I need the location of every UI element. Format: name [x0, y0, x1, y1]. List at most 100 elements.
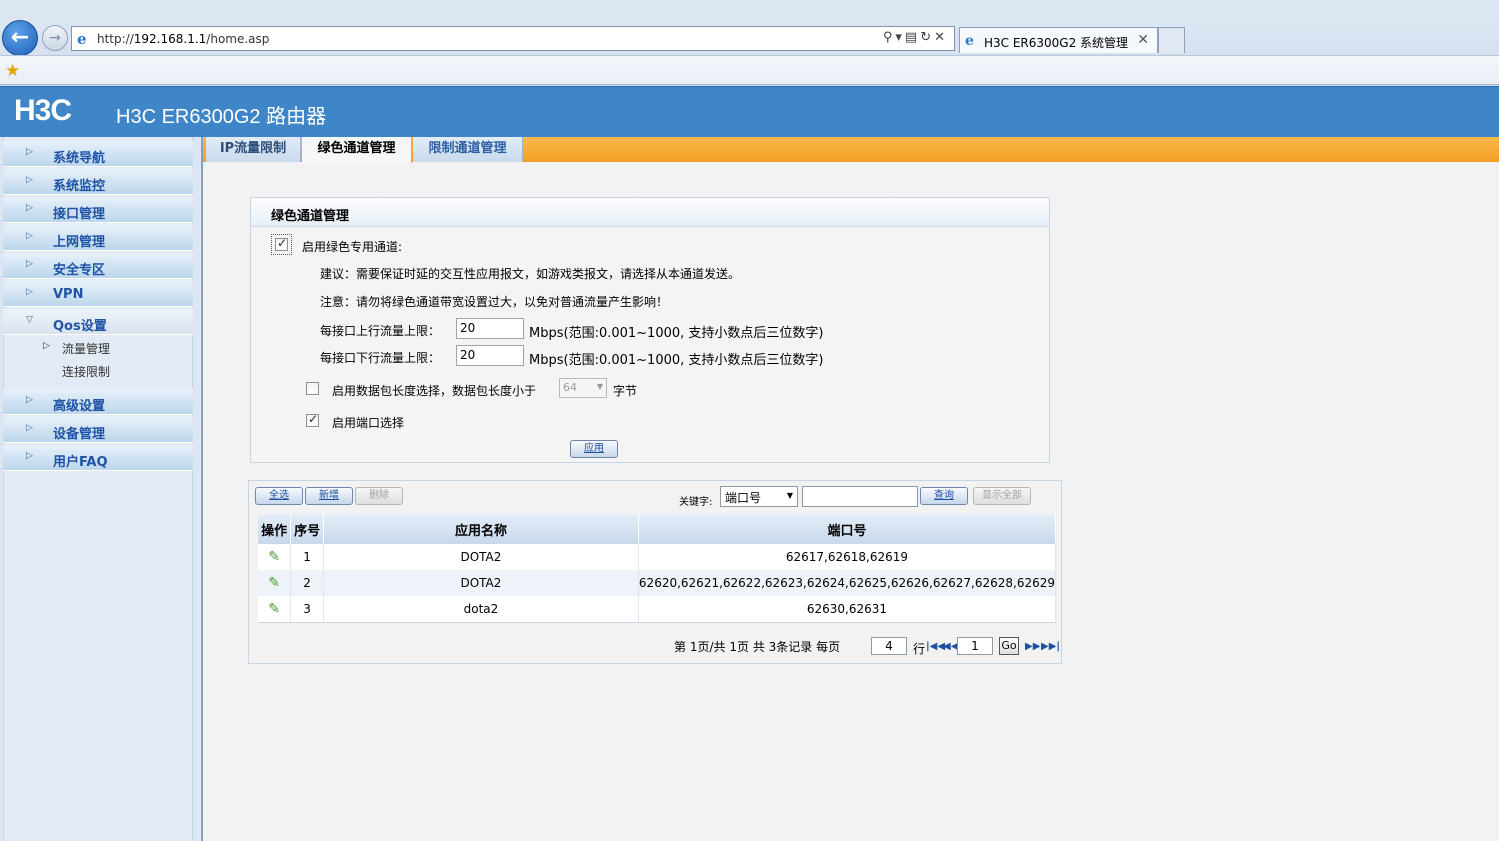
sidebar: ▷ 系统导航 ▷ 系统监控 ▷ 接口管理 ▷ 上网管理 ▷ 安全专区 ▷ VPN… [0, 137, 202, 841]
panel-header: 绿色通道管理 [251, 198, 1049, 227]
row-ports: 62620,62621,62622,62623,62624,62625,6262… [638, 570, 1057, 596]
pager-total: 1 [729, 640, 737, 654]
browser-tab[interactable]: e H3C ER6300G2 系统管理 ✕ [959, 27, 1158, 53]
table-row: ✎ 2 DOTA2 62620,62621,62622,62623,62624,… [258, 570, 1057, 596]
sidebar-item-system-nav[interactable]: ▷ 系统导航 [3, 141, 193, 167]
sidebar-item-security[interactable]: ▷ 安全专区 [3, 253, 193, 279]
sidebar-item-device[interactable]: ▷ 设备管理 [3, 417, 193, 443]
add-button[interactable]: 新增 [305, 487, 353, 505]
row-app-name: DOTA2 [323, 544, 639, 570]
address-bar[interactable]: e http://192.168.1.1/home.asp ⚲▾▤↻✕ [71, 26, 955, 51]
sidebar-item-vpn[interactable]: ▷ VPN [3, 281, 193, 307]
sidebar-item-label: 接口管理 [53, 207, 106, 222]
sidebar-item-interface[interactable]: ▷ 接口管理 [3, 197, 193, 223]
back-button[interactable]: ← [2, 20, 38, 56]
tab-ip-traffic-limit[interactable]: IP流量限制 [206, 137, 301, 162]
upload-unit-hint: Mbps(范围:0.001~1000, 支持小数点后三位数字) [529, 326, 824, 341]
rule-list-panel: 全选 新增 删除 关键字: 端口号 ▼ 查询 显示全部 操作 序号 应用名称 端… [248, 480, 1062, 664]
sidebar-subitem-connection-limit[interactable]: 连接限制 [3, 361, 193, 381]
col-header-app: 应用名称 [323, 514, 639, 544]
h3c-logo: H3C [14, 94, 72, 127]
row-app-name: dota2 [323, 596, 639, 623]
enable-green-checkbox[interactable] [275, 236, 288, 251]
collapse-arrow-icon: ▽ [26, 315, 33, 325]
col-header-action: 操作 [258, 514, 292, 544]
expand-arrow-icon: ▷ [26, 287, 33, 297]
refresh-icon[interactable]: ↻ [920, 30, 934, 45]
new-tab-button[interactable] [1158, 27, 1185, 53]
last-page-icon[interactable]: ▶▶| [1041, 641, 1060, 652]
table-row: ✎ 3 dota2 62630,62631 [258, 596, 1057, 623]
sidebar-subitem-traffic[interactable]: ▷ 流量管理 [3, 338, 193, 358]
go-button[interactable]: Go [999, 637, 1019, 655]
show-all-button[interactable]: 显示全部 [973, 487, 1031, 505]
packet-length-checkbox[interactable] [306, 382, 319, 395]
favorites-star-icon[interactable]: ★ [5, 61, 20, 81]
sidebar-item-faq[interactable]: ▷ 用户FAQ [3, 445, 193, 471]
sidebar-item-label: VPN [53, 287, 84, 302]
sidebar-subitem-label: 连接限制 [62, 365, 111, 379]
ie-tab-icon: e [965, 33, 974, 49]
packet-length-label: 启用数据包长度选择，数据包长度小于 [332, 384, 537, 398]
edit-pencil-icon[interactable]: ✎ [268, 549, 280, 565]
tab-limit-channel[interactable]: 限制通道管理 [413, 137, 523, 162]
row-app-name: DOTA2 [323, 570, 639, 596]
dropdown-icon[interactable]: ▾ [895, 30, 905, 45]
upload-limit-input[interactable]: 20 [456, 318, 524, 339]
sidebar-subitem-label: 流量管理 [62, 342, 111, 356]
chevron-down-icon: ▼ [786, 491, 793, 500]
chevron-down-icon: ▼ [596, 382, 603, 391]
pager-summary: 第 1页/共 1页 共 3条记录 每页 [674, 640, 841, 654]
row-ports: 62630,62631 [638, 596, 1057, 623]
forward-button[interactable]: → [42, 25, 68, 51]
sidebar-item-label: 系统导航 [53, 151, 106, 166]
expand-arrow-icon: ▷ [26, 259, 33, 269]
sidebar-item-label: 设备管理 [53, 427, 106, 442]
panel-title: 绿色通道管理 [271, 209, 350, 224]
delete-button[interactable]: 删除 [355, 487, 403, 505]
browser-chrome: ← → e http://192.168.1.1/home.asp ⚲▾▤↻✕ … [0, 0, 1499, 86]
tab-green-channel[interactable]: 绿色通道管理 [302, 137, 412, 163]
expand-arrow-icon: ▷ [26, 451, 33, 461]
address-tools[interactable]: ⚲▾▤↻✕ [883, 30, 948, 45]
sidebar-item-label: 用户FAQ [53, 455, 108, 470]
keyword-input[interactable] [802, 486, 918, 507]
packet-length-unit: 字节 [613, 384, 638, 398]
expand-arrow-icon: ▷ [26, 147, 33, 157]
expand-arrow-icon: ▷ [26, 231, 33, 241]
sidebar-item-label: 上网管理 [53, 235, 106, 250]
port-select-checkbox[interactable] [306, 412, 319, 427]
app-header: H3C H3C ER6300G2 路由器 [0, 86, 1499, 137]
table-header-row: 操作 序号 应用名称 端口号 [258, 514, 1057, 544]
apply-button[interactable]: 应用 [570, 440, 618, 458]
browser-tab-title: H3C ER6300G2 系统管理 [984, 36, 1129, 50]
sidebar-item-system-monitor[interactable]: ▷ 系统监控 [3, 169, 193, 195]
search-icon[interactable]: ⚲ [883, 30, 896, 45]
sidebar-item-advanced[interactable]: ▷ 高级设置 [3, 389, 193, 415]
next-page-icon[interactable]: ▶▶ [1025, 641, 1040, 652]
search-button[interactable]: 查询 [920, 487, 968, 505]
rules-table: 操作 序号 应用名称 端口号 ✎ 1 DOTA2 62617,62618,626… [258, 514, 1057, 623]
keyword-select[interactable]: 端口号 ▼ [720, 486, 798, 507]
table-row: ✎ 1 DOTA2 62617,62618,62619 [258, 544, 1057, 570]
compat-view-icon[interactable]: ▤ [905, 30, 920, 45]
edit-pencil-icon[interactable]: ✎ [268, 601, 280, 617]
sidebar-item-label: Qos设置 [53, 319, 107, 334]
sidebar-item-internet[interactable]: ▷ 上网管理 [3, 225, 193, 251]
close-tab-icon[interactable]: ✕ [1137, 32, 1149, 48]
sidebar-item-label: 安全专区 [53, 263, 106, 278]
address-url[interactable]: http://192.168.1.1/home.asp [97, 32, 269, 46]
packet-length-select[interactable]: 64 ▼ [559, 378, 607, 398]
stop-icon[interactable]: ✕ [934, 30, 948, 45]
select-all-button[interactable]: 全选 [255, 487, 303, 505]
per-page-input[interactable]: 4 [871, 637, 907, 655]
ie-page-icon: e [77, 30, 87, 48]
sidebar-item-qos[interactable]: ▽ Qos设置 [3, 309, 193, 335]
upload-limit-label: 每接口上行流量上限： [320, 324, 441, 338]
row-no: 3 [290, 596, 324, 623]
edit-pencil-icon[interactable]: ✎ [268, 575, 280, 591]
download-limit-input[interactable]: 20 [456, 345, 524, 366]
pager-rows-label: 行 [913, 642, 926, 656]
row-no: 1 [290, 544, 324, 570]
goto-page-input[interactable]: 1 [957, 637, 993, 655]
